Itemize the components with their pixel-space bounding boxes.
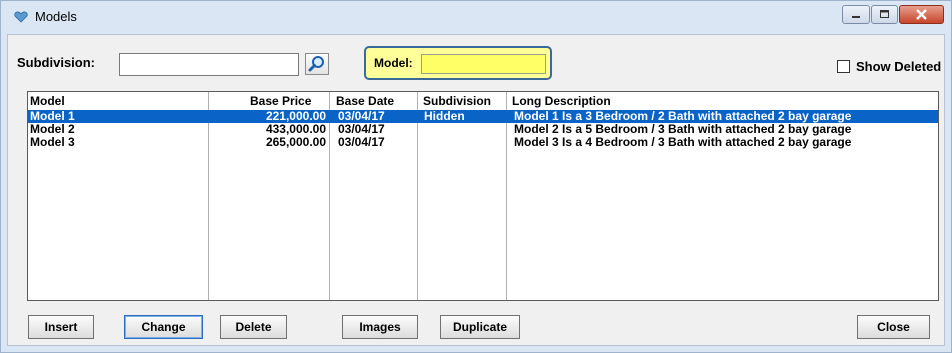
column-header-long-description[interactable]: Long Description <box>512 94 611 108</box>
subdivision-label: Subdivision: <box>17 55 95 70</box>
column-header-subdivision[interactable]: Subdivision <box>423 94 491 108</box>
duplicate-button[interactable]: Duplicate <box>440 315 520 339</box>
model-label: Model: <box>374 56 413 70</box>
title-bar[interactable]: Models <box>1 1 951 33</box>
subdivision-label-text: Subdivision: <box>17 55 95 70</box>
show-deleted-label[interactable]: Show Deleted <box>856 59 941 74</box>
subdivision-field[interactable] <box>119 53 299 76</box>
models-table[interactable]: Model Base Price Base Date Subdivision L… <box>27 91 939 301</box>
model-filter-highlight: Model: <box>364 46 552 80</box>
maximize-icon <box>880 10 889 18</box>
window-title: Models <box>35 9 77 24</box>
change-button[interactable]: Change <box>124 315 203 339</box>
column-header-base-date[interactable]: Base Date <box>336 94 394 108</box>
show-deleted-checkbox[interactable] <box>837 60 850 73</box>
close-window-button[interactable] <box>899 5 944 24</box>
insert-button-label: Insert <box>44 320 78 334</box>
delete-button-label: Delete <box>235 320 272 334</box>
column-header-model[interactable]: Model <box>30 94 65 108</box>
cell-long-description: Model 3 Is a 4 Bedroom / 3 Bath with att… <box>514 135 852 149</box>
model-field[interactable] <box>421 54 546 74</box>
duplicate-button-label: Duplicate <box>452 320 507 334</box>
dialog-body: Subdivision: Model: Show Deleted Model B… <box>7 34 945 346</box>
minimize-button[interactable] <box>842 5 870 24</box>
cell-base-date: 03/04/17 <box>338 135 385 149</box>
insert-button[interactable]: Insert <box>28 315 94 339</box>
cell-base-price: 265,000.00 <box>265 135 326 149</box>
delete-button[interactable]: Delete <box>220 315 287 339</box>
images-button-label: Images <box>359 320 401 334</box>
search-icon <box>308 56 324 72</box>
maximize-button[interactable] <box>871 5 898 24</box>
images-button[interactable]: Images <box>342 315 418 339</box>
close-button-label: Close <box>877 320 910 334</box>
table-row[interactable]: Model 3 265,000.00 03/04/17 Model 3 Is a… <box>28 136 938 149</box>
column-header-base-price[interactable]: Base Price <box>250 94 311 108</box>
app-icon <box>14 11 28 23</box>
cell-subdivision: Hidden <box>424 109 465 123</box>
search-button[interactable] <box>305 53 329 75</box>
close-button[interactable]: Close <box>857 315 930 339</box>
cell-model: Model 3 <box>30 135 75 149</box>
models-window: Models Subdivision: Model: Show Deleted … <box>0 0 952 353</box>
change-button-label: Change <box>141 320 186 334</box>
close-icon <box>916 9 927 20</box>
minimize-icon <box>852 16 860 18</box>
